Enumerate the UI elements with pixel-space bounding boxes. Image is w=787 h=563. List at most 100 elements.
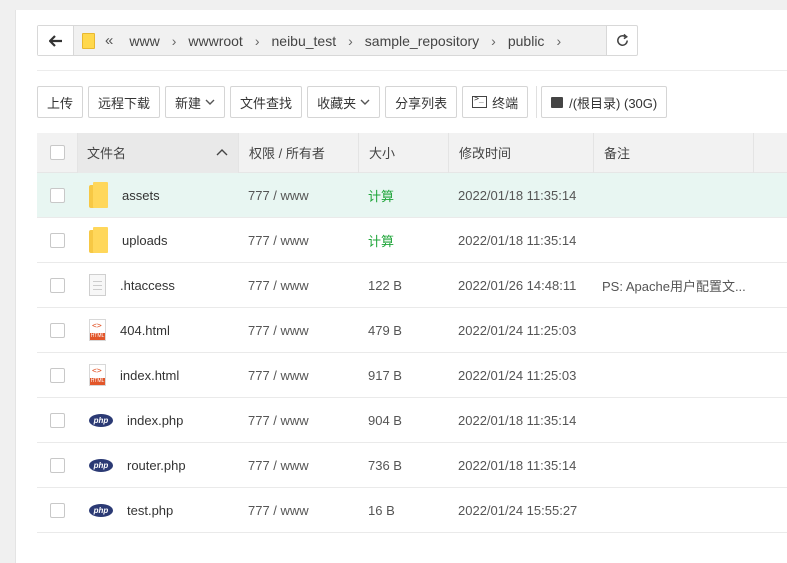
row-check-cell — [37, 322, 78, 338]
file-size: 736 B — [368, 457, 402, 473]
file-perm[interactable]: 777 / www — [239, 278, 359, 293]
row-check-cell — [37, 412, 78, 428]
disk-icon — [551, 96, 564, 108]
table-row[interactable]: uploads 777 / www 计算 2022/01/18 11:35:14 — [37, 218, 787, 263]
column-header-note[interactable]: 备注 — [594, 132, 754, 173]
row-checkbox[interactable] — [50, 277, 65, 293]
row-checkbox[interactable] — [50, 232, 65, 248]
disk-button[interactable]: /(根目录) (30G) — [541, 86, 668, 118]
folder-icon — [89, 182, 108, 208]
file-perm[interactable]: 777 / www — [239, 458, 359, 473]
column-header-perm[interactable]: 权限 / 所有者 — [239, 132, 359, 173]
remote-download-button[interactable]: 远程下载 — [88, 86, 161, 118]
file-perm[interactable]: 777 / www — [239, 503, 359, 518]
table-row[interactable]: .htaccess 777 / www 122 B 2022/01/26 14:… — [37, 263, 787, 308]
file-name[interactable]: uploads — [122, 233, 168, 248]
column-header-name[interactable]: 文件名 — [78, 132, 239, 173]
table-header: 文件名 权限 / 所有者 大小 修改时间 备注 — [37, 132, 787, 173]
file-size-calc-link[interactable]: 计算 — [359, 186, 449, 205]
file-perm[interactable]: 777 / www — [239, 323, 359, 338]
file-name[interactable]: 404.html — [120, 323, 170, 338]
breadcrumb-item-neibu-test[interactable]: neibu_test — [268, 33, 341, 49]
divider — [37, 70, 787, 71]
file-icon — [89, 274, 106, 296]
row-checkbox[interactable] — [50, 322, 65, 338]
html-file-icon: <> HTML — [89, 364, 106, 386]
row-name-cell: uploads — [78, 227, 239, 253]
file-perm[interactable]: 777 / www — [239, 233, 359, 248]
folder-icon — [89, 227, 108, 253]
file-time: 2022/01/18 11:35:14 — [458, 232, 577, 248]
file-name[interactable]: index.html — [120, 368, 179, 383]
php-file-icon: php — [89, 503, 113, 517]
breadcrumb-item-sample-repository[interactable]: sample_repository — [361, 33, 483, 49]
select-all-cell — [37, 132, 78, 173]
column-header-time[interactable]: 修改时间 — [449, 132, 594, 173]
file-name[interactable]: .htaccess — [120, 278, 175, 293]
file-manager-panel: « www › wwwroot › neibu_test › sample_re… — [15, 10, 787, 563]
row-checkbox[interactable] — [50, 502, 65, 518]
toolbar: 上传 远程下载 新建 文件查找 收藏夹 分享列表 终端 /(根目录) (30G) — [37, 86, 672, 118]
table-row[interactable]: php router.php 777 / www 736 B 2022/01/1… — [37, 443, 787, 488]
file-name[interactable]: index.php — [127, 413, 183, 428]
breadcrumb: « www › wwwroot › neibu_test › sample_re… — [74, 26, 607, 55]
row-checkbox[interactable] — [50, 187, 65, 203]
terminal-icon — [472, 94, 488, 108]
file-size: 16 B — [368, 502, 395, 518]
upload-button[interactable]: 上传 — [37, 86, 84, 118]
breadcrumb-item-www[interactable]: www — [125, 33, 163, 49]
back-button[interactable] — [38, 26, 74, 55]
refresh-button[interactable] — [607, 26, 637, 55]
breadcrumb-item-wwwroot[interactable]: wwwroot — [184, 33, 246, 49]
row-name-cell: assets — [78, 182, 239, 208]
terminal-button[interactable]: 终端 — [462, 86, 529, 118]
file-name[interactable]: test.php — [127, 503, 173, 518]
row-checkbox[interactable] — [50, 367, 65, 383]
file-perm[interactable]: 777 / www — [239, 188, 359, 203]
html-file-icon: <> HTML — [89, 319, 106, 341]
row-name-cell: php router.php — [78, 458, 239, 473]
table-row[interactable]: php index.php 777 / www 904 B 2022/01/18… — [37, 398, 787, 443]
file-note[interactable]: PS: Apache用户配置文... — [594, 276, 754, 295]
row-checkbox[interactable] — [50, 457, 65, 473]
select-all-checkbox[interactable] — [49, 145, 65, 160]
file-time: 2022/01/24 11:25:03 — [458, 322, 577, 338]
new-button[interactable]: 新建 — [165, 86, 226, 118]
column-header-spacer — [754, 133, 787, 173]
file-size-calc-link[interactable]: 计算 — [359, 231, 449, 250]
chevron-right-icon: › — [348, 32, 353, 49]
breadcrumb-item-public[interactable]: public — [504, 33, 549, 49]
row-name-cell: php index.php — [78, 413, 239, 428]
file-time: 2022/01/18 11:35:14 — [458, 457, 577, 473]
toolbar-divider — [536, 86, 538, 118]
favorites-button[interactable]: 收藏夹 — [307, 86, 381, 118]
file-name[interactable]: router.php — [127, 458, 186, 473]
table-row[interactable]: <> HTML 404.html 777 / www 479 B 2022/01/… — [37, 308, 787, 353]
share-list-button[interactable]: 分享列表 — [385, 86, 458, 118]
file-search-button[interactable]: 文件查找 — [230, 86, 303, 118]
table-row[interactable]: assets 777 / www 计算 2022/01/18 11:35:14 — [37, 173, 787, 218]
chevron-right-icon: › — [171, 32, 177, 49]
file-time: 2022/01/26 14:48:11 — [458, 277, 577, 293]
table-row[interactable]: <> HTML index.html 777 / www 917 B 2022/0… — [37, 353, 787, 398]
file-name[interactable]: assets — [122, 188, 160, 203]
chevron-down-icon — [205, 99, 215, 105]
row-check-cell — [37, 502, 78, 518]
php-file-icon: php — [89, 413, 113, 427]
file-perm[interactable]: 777 / www — [239, 413, 359, 428]
row-check-cell — [37, 367, 78, 383]
file-perm[interactable]: 777 / www — [239, 368, 359, 383]
new-button-label: 新建 — [175, 95, 202, 111]
column-header-size[interactable]: 大小 — [359, 132, 449, 173]
row-checkbox[interactable] — [50, 412, 65, 428]
file-time: 2022/01/18 11:35:14 — [458, 412, 577, 428]
table-row[interactable]: php test.php 777 / www 16 B 2022/01/24 1… — [37, 488, 787, 533]
chevron-right-icon: › — [491, 32, 496, 49]
chevron-down-icon — [360, 99, 370, 105]
row-name-cell: .htaccess — [78, 274, 239, 296]
folder-icon — [82, 32, 95, 49]
php-file-icon: php — [89, 458, 113, 472]
disk-button-label: /(根目录) (30G) — [569, 95, 658, 111]
double-chevron-left-icon[interactable]: « — [105, 32, 113, 49]
file-time: 2022/01/24 15:55:27 — [458, 502, 578, 518]
